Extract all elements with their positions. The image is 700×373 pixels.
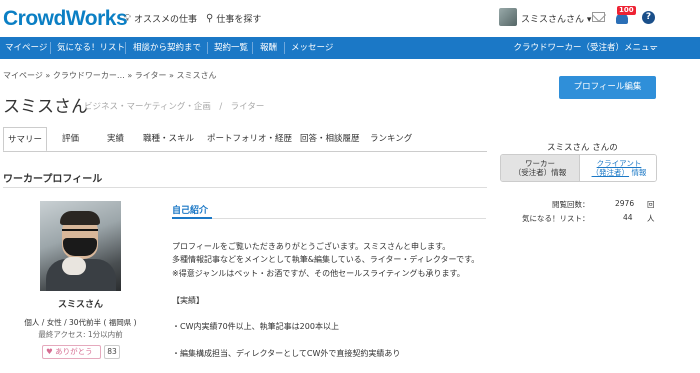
intro-line: ・編集構成担当、ディレクターとしてCW外で直接契約実績あり [172,349,401,359]
intro-line: ・CW内実績70件以上、執筆記事は200本以上 [172,322,339,332]
tab-skills[interactable]: 職種・スキル [143,127,194,152]
side-title: スミスさん さんの [547,143,618,153]
user-avatar[interactable] [499,8,517,26]
intro-line: 【実績】 [172,295,204,305]
section-divider [3,187,487,188]
stat-favorites-value: 44 [623,213,633,222]
self-introduction-text: プロフィールをご覧いただきありがとうございます。スミスさんと申します。 多種情報… [172,240,492,361]
thanks-label: ありがとう [55,347,93,356]
stat-favorites-label: 気になる！リスト： [522,214,590,223]
profile-name: スミスさん [58,300,104,310]
worker-tab-line2: （受注者）情報 [513,168,567,177]
tab-answers[interactable]: 回答・相談履歴 [300,127,360,152]
thanks-button[interactable]: ♥ ありがとう [42,345,101,359]
intro-line: 多種情報記事などをメインとして執筆&編集している、ライター・ディレクターです。 [172,255,480,265]
recommended-jobs-link[interactable]: 💡︎ オススメの仕事 [124,12,197,25]
mail-icon[interactable] [592,12,605,22]
find-jobs-label: 仕事を探す [216,15,262,25]
nav-mypage[interactable]: マイページ [5,37,47,59]
stat-favorites-unit: 人 [647,214,655,223]
worker-menu[interactable]: クラウドワーカー（受注者）メニュー [513,37,658,59]
tab-self-introduction[interactable]: 自己紹介 [172,203,208,216]
heart-icon: ♥ [46,347,53,356]
breadcrumb[interactable]: マイページ » クラウドワーカー… » ライター » スミスさん [3,70,216,81]
page-title: スミスさん [3,97,88,117]
intro-line [172,307,492,320]
profile-persona: 個人 / 女性 / 30代前半 ( 福岡県 ) [24,318,137,327]
find-jobs-link[interactable]: ⚲ 仕事を探す [206,12,261,25]
tab-reviews[interactable]: 評価 [62,127,79,152]
nav-favorites[interactable]: 気になる！リスト [57,37,125,59]
intro-active-indicator [172,217,212,219]
stat-views-value: 2976 [615,199,635,208]
main-nav: マイページ 気になる！リスト 相談から契約まで 契約一覧 報酬 メッセージ クラ… [0,37,700,59]
notification-badge: 100 [617,6,636,15]
nav-messages[interactable]: メッセージ [291,37,333,59]
worker-profile-heading: ワーカープロフィール [3,174,103,185]
user-menu[interactable]: スミスさんさん ▾ [521,12,591,25]
nav-contracts[interactable]: 契約一覧 [214,37,248,59]
top-header: CrowdWorks 💡︎ オススメの仕事 ⚲ 仕事を探す スミスさんさん ▾ … [0,0,700,37]
role-toggle: ワーカー （受注者）情報 クライアント （発注者） 情報 [500,154,657,182]
search-icon: ⚲ [206,13,214,24]
client-info-tab[interactable]: クライアント （発注者） 情報 [579,155,656,181]
stat-views-label: 閲覧回数： [552,200,590,209]
client-tab-line3: 情報 [631,168,647,177]
lightbulb-icon: 💡︎ [124,13,131,24]
edit-profile-button[interactable]: プロフィール編集 [559,76,656,99]
intro-line: ※得意ジャンルはペット・お酒ですが、その他セールスライティングも承ります。 [172,268,465,278]
intro-line: プロフィールをご覧いただきありがとうございます。スミスさんと申します。 [172,242,451,251]
profile-photo [40,201,121,291]
tab-achievements[interactable]: 実績 [107,127,124,152]
help-icon[interactable]: ? [642,11,655,24]
chevron-down-icon[interactable]: ⌄ [649,42,657,53]
client-tab-line1: クライアント [596,159,642,168]
worker-info-tab[interactable]: ワーカー （受注者）情報 [501,155,579,181]
thanks-count: 83 [104,345,120,359]
intro-line [172,280,492,293]
tab-ranking[interactable]: ランキング [370,127,412,152]
intro-line [172,334,492,347]
last-access: 最終アクセス: 1分以内前 [38,330,123,339]
nav-consult-to-contract[interactable]: 相談から契約まで [133,37,201,59]
page-subtitle: ビジネス・マーケティング・企画 / ライター [84,102,265,112]
nav-rewards[interactable]: 報酬 [260,37,277,59]
recommended-jobs-label: オススメの仕事 [134,15,198,25]
tabs-divider [3,151,487,152]
crowdworks-logo[interactable]: CrowdWorks [3,7,128,31]
tab-summary[interactable]: サマリー [3,127,47,152]
client-tab-line2: （発注者） [591,168,630,177]
worker-tab-line1: ワーカー [525,159,555,168]
intro-divider [172,218,486,219]
stat-views-unit: 回 [647,200,655,209]
tab-portfolio[interactable]: ポートフォリオ・経歴 [207,127,292,152]
